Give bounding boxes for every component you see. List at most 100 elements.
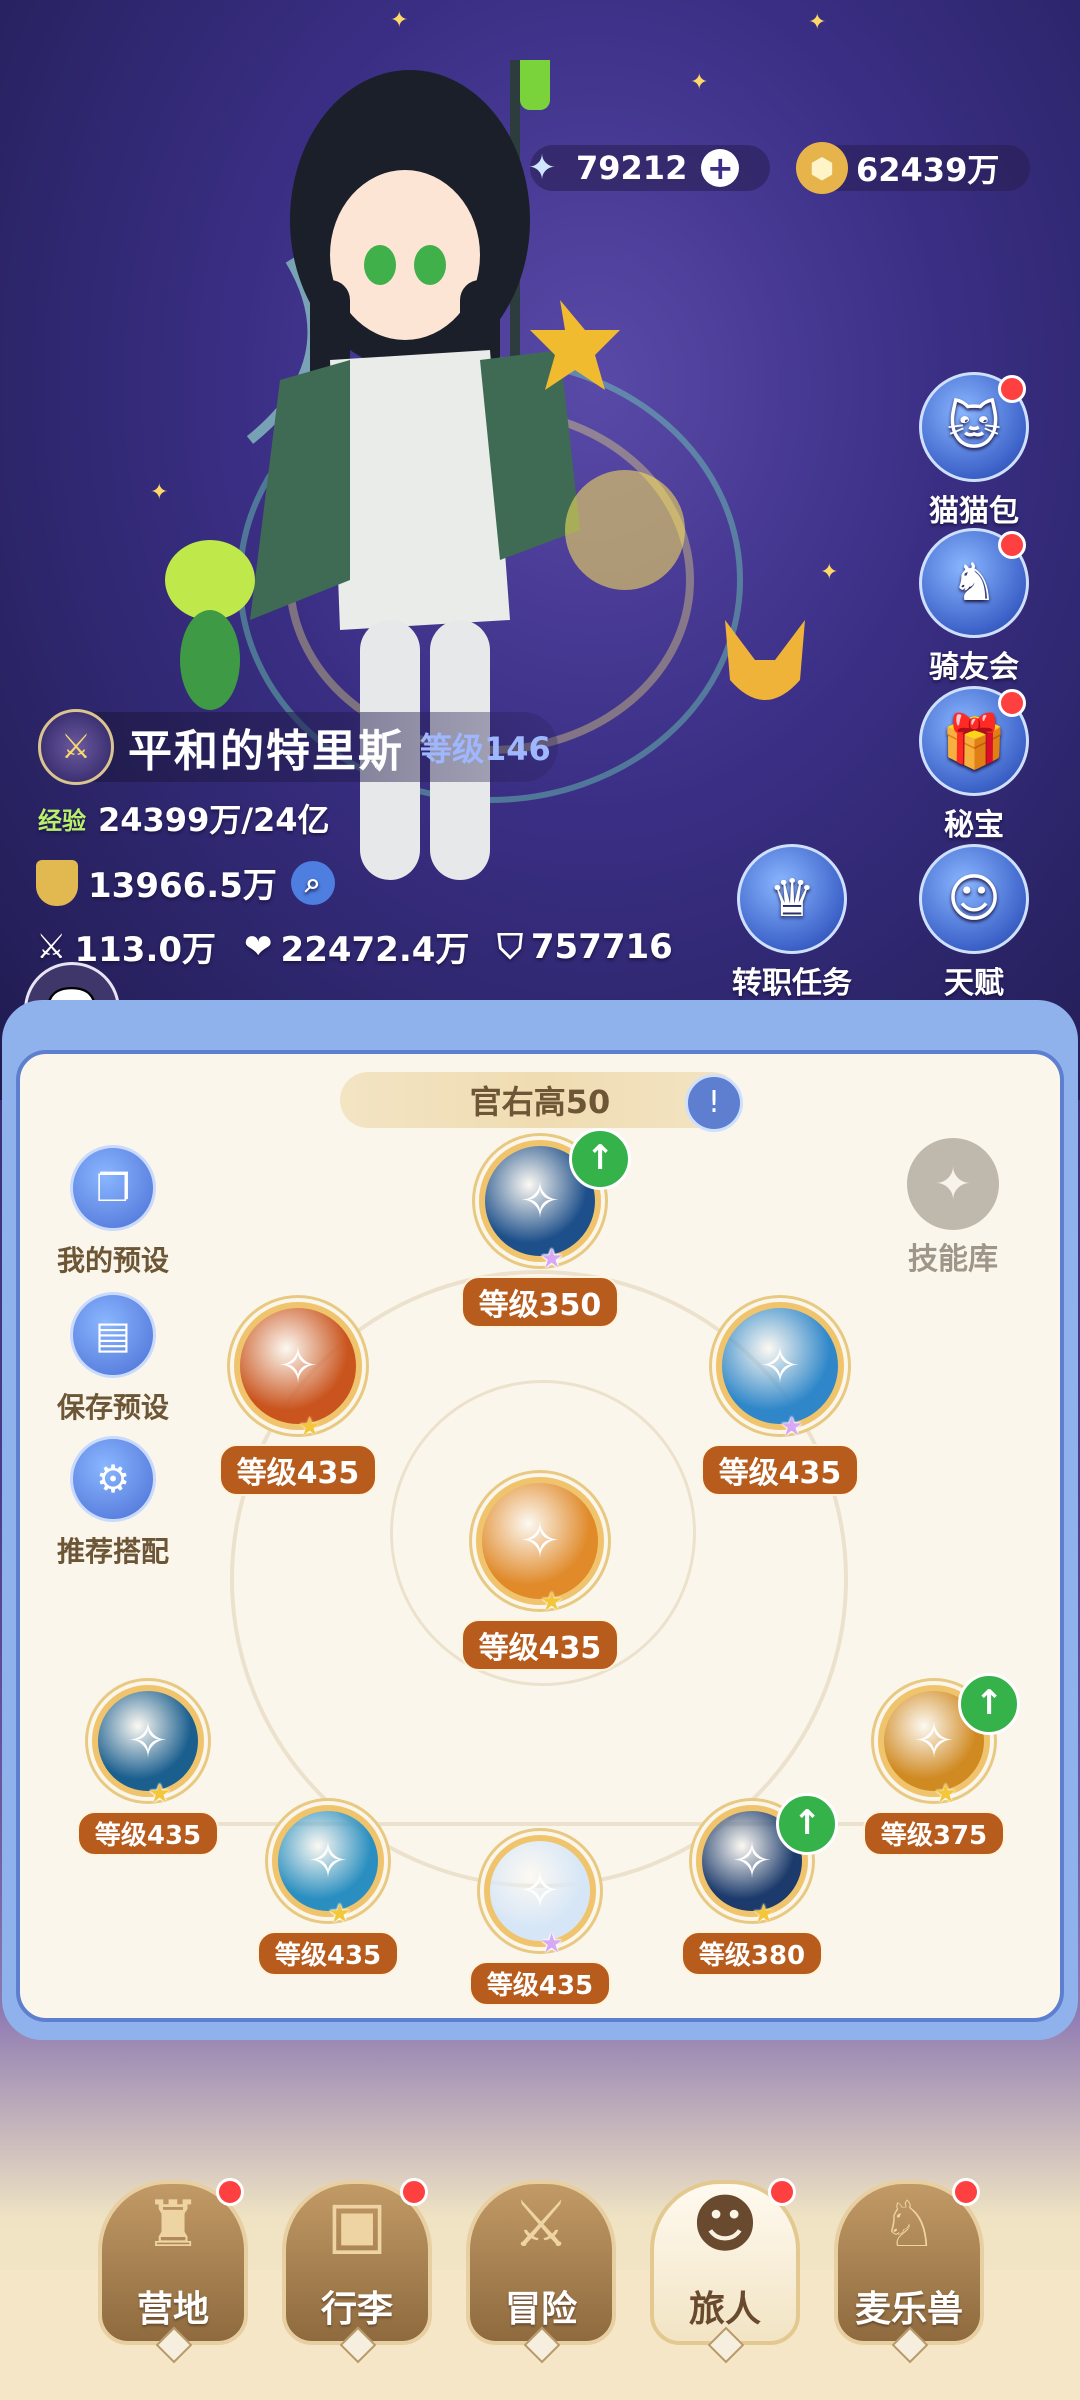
- nav-tab-backpack[interactable]: ▣ 行李: [282, 2178, 432, 2364]
- talent-label: 天赋: [944, 966, 1004, 1001]
- upgrade-arrow-icon[interactable]: ↑: [958, 1673, 1020, 1735]
- nav-label: 行李: [320, 2289, 393, 2330]
- companion-pet-left: [165, 540, 255, 710]
- skill-stars: ★ ★ ★: [68, 1779, 228, 1809]
- skill-node-top[interactable]: ✧ ★ ★ ★ ★ ★ 等级350 ↑: [460, 1128, 631, 1328]
- skill-level-label: 等级375: [862, 1811, 1006, 1856]
- skill-node-b3[interactable]: ✧ ★ ★ ★ ★ 等级435: [460, 1835, 620, 2006]
- gold-coin-icon: ⬢: [796, 142, 848, 194]
- book-info-icon[interactable]: !: [685, 1074, 743, 1132]
- skill-node-b2[interactable]: ✧ ★ ★ ★ 等级435: [248, 1805, 408, 1976]
- horse-icon: ♞: [919, 528, 1029, 638]
- skill-node-center[interactable]: ✧ ★ ★ 等级435: [460, 1477, 620, 1671]
- player-name: 平和的特里斯: [128, 726, 404, 777]
- job-quest-button[interactable]: ♛ 转职任务: [722, 844, 862, 1002]
- treasure-button[interactable]: 🎁 秘宝: [918, 686, 1030, 844]
- rider-club-label: 骑友会: [929, 650, 1019, 685]
- preset-title[interactable]: 官右高50: [340, 1072, 740, 1128]
- nav-tab-crossed-swords[interactable]: ⚔ 冒险: [466, 2180, 616, 2364]
- upgrade-arrow-icon[interactable]: ↑: [569, 1128, 631, 1190]
- skill-node-b4[interactable]: ✧ ★ 等级380 ↑: [672, 1793, 838, 1976]
- upgrade-arrow-icon[interactable]: ↑: [776, 1793, 838, 1855]
- nav-tab-castle[interactable]: ♜ 营地: [98, 2178, 248, 2364]
- crossed-swords-icon: ⚔: [36, 926, 67, 967]
- exp-row: 经验 24399万/24亿: [38, 795, 330, 841]
- nav-label: 营地: [136, 2289, 209, 2330]
- cat-bag-icon: 🐱: [919, 372, 1029, 482]
- exp-label: 经验: [38, 806, 86, 835]
- save-disk-icon: ▤: [70, 1292, 156, 1378]
- gold-value: 62439万: [856, 151, 1000, 189]
- crystal-star-icon: ✦: [527, 148, 557, 188]
- power-row: 13966.5万 ⌕: [36, 858, 335, 907]
- skill-stars: ★ ★ ★ ★: [460, 1929, 620, 1959]
- skill-stars: ★ ★ ★: [248, 1899, 408, 1929]
- star-icon: ★: [328, 1899, 352, 1929]
- my-preset-button[interactable]: ❐ 我的预设: [48, 1145, 178, 1279]
- crown-icon: ♛: [737, 844, 847, 954]
- skill-level-label: 等级380: [680, 1931, 824, 1976]
- skill-node-left[interactable]: ✧ ★ 等级435: [218, 1302, 378, 1496]
- brain-head-icon: ☺: [919, 844, 1029, 954]
- skill-stars: ★ ★ ★: [700, 1412, 860, 1442]
- companion-fox-pet: [725, 620, 805, 700]
- add-diamond-button[interactable]: +: [701, 149, 740, 187]
- recommend-combo-button[interactable]: ⚙ 推荐搭配: [48, 1436, 178, 1570]
- skill-node-right[interactable]: ✧ ★ ★ ★ 等级435: [700, 1302, 860, 1496]
- job-quest-label: 转职任务: [732, 966, 852, 1001]
- skill-library-icon: ✦: [907, 1138, 999, 1230]
- nav-label: 麦乐兽: [854, 2289, 963, 2330]
- skill-level-label: 等级350: [460, 1276, 620, 1328]
- defense-value: 757716: [530, 926, 673, 967]
- star-icon: ★: [540, 1244, 564, 1274]
- save-preset-button[interactable]: ▤ 保存预设: [48, 1292, 178, 1426]
- notification-dot: [400, 2178, 428, 2206]
- exp-value: 24399万/24亿: [98, 801, 330, 839]
- skill-icon: ✧: [716, 1302, 844, 1430]
- cat-bag-label: 猫猫包: [929, 494, 1019, 529]
- skill-level-label: 等级435: [460, 1619, 620, 1671]
- talent-button[interactable]: ☺ 天赋: [918, 844, 1030, 1002]
- star-icon: ★: [934, 1779, 958, 1809]
- shield-power-icon: [36, 859, 78, 906]
- player-name-bar[interactable]: ⚔ 平和的特里斯 等级146: [38, 709, 558, 785]
- attack-value: 113.0万: [74, 930, 217, 970]
- skill-node-b1[interactable]: ✧ ★ ★ ★ 等级435: [68, 1685, 228, 1856]
- skill-library-button[interactable]: ✦ 技能库: [898, 1138, 1008, 1278]
- diamond-counter: ✦ 79212 +: [528, 145, 770, 191]
- nav-tab-traveler-avatar[interactable]: ☻ 旅人: [650, 2178, 800, 2364]
- treasure-icon: 🎁: [919, 686, 1029, 796]
- skill-level-label: 等级435: [256, 1931, 400, 1976]
- skill-stars: ★ ★ ★ ★ ★: [460, 1244, 620, 1274]
- class-emblem-icon: ⚔: [38, 709, 114, 785]
- recommend-combo-label: 推荐搭配: [56, 1535, 169, 1568]
- notification-dot: [216, 2178, 244, 2206]
- preset-cards-icon: ❐: [70, 1145, 156, 1231]
- star-icon: ★: [540, 1587, 564, 1617]
- notification-dot: [768, 2178, 796, 2206]
- crossed-swords-icon: ⚔: [512, 2188, 570, 2262]
- shield-icon: ⛉: [497, 926, 523, 967]
- skill-node-b5[interactable]: ✧ ★ ★ 等级375 ↑: [854, 1673, 1020, 1856]
- skill-level-label: 等级435: [700, 1444, 860, 1496]
- star-icon: ★: [752, 1899, 776, 1929]
- player-level: 等级146: [420, 730, 551, 768]
- nav-tab-fox-pet[interactable]: ♘ 麦乐兽: [834, 2178, 984, 2364]
- notification-dot: [998, 531, 1026, 559]
- skill-level-label: 等级435: [76, 1811, 220, 1856]
- search-icon[interactable]: ⌕: [290, 860, 335, 905]
- my-preset-label: 我的预设: [56, 1244, 169, 1277]
- skill-icon: ✧: [476, 1477, 604, 1605]
- star-icon: ★: [780, 1412, 804, 1442]
- skill-level-label: 等级435: [218, 1444, 378, 1496]
- notification-dot: [998, 375, 1026, 403]
- skill-stars: ★: [672, 1899, 832, 1929]
- skill-stars: ★ ★: [460, 1587, 620, 1617]
- star-icon: ★: [298, 1412, 322, 1442]
- gold-counter: ⬢ 62439万: [796, 142, 1030, 194]
- rider-club-button[interactable]: ♞ 骑友会: [918, 528, 1030, 686]
- skill-stars: ★: [218, 1412, 378, 1442]
- diamond-value: 79212: [576, 149, 688, 187]
- skill-library-label: 技能库: [908, 1242, 998, 1277]
- cat-bag-button[interactable]: 🐱 猫猫包: [918, 372, 1030, 530]
